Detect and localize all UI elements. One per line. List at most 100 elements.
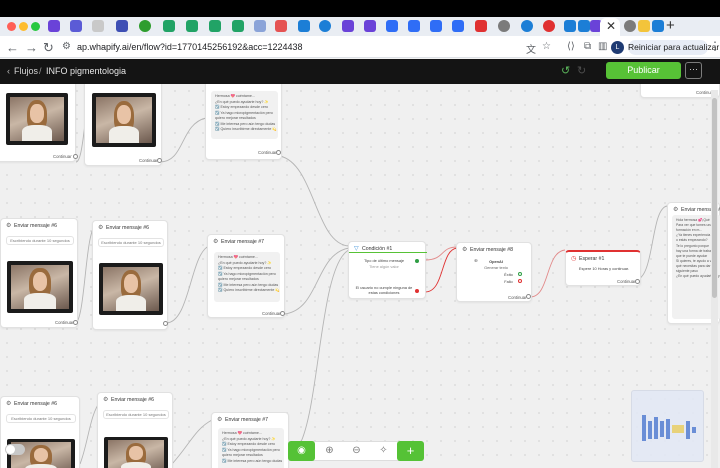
tab-icon[interactable]: [521, 20, 533, 32]
video-thumbnail[interactable]: [6, 93, 68, 145]
tab-icon[interactable]: [543, 20, 555, 32]
tab-icon[interactable]: [298, 20, 310, 32]
condition-rule: Tipo de último mensaje: [363, 258, 405, 263]
site-info-icon[interactable]: ⚙: [62, 41, 71, 52]
minimap-node: [642, 415, 646, 441]
gear-icon: ⚙: [673, 207, 679, 213]
tab-icon[interactable]: [116, 20, 128, 32]
browser-menu-icon[interactable]: ⋮: [709, 39, 720, 53]
tab-icon[interactable]: [186, 20, 198, 32]
add-node-icon[interactable]: +: [397, 441, 424, 461]
extensions-puzzle-icon[interactable]: ⧉: [584, 41, 591, 52]
zoom-in-icon[interactable]: ⊕: [316, 441, 343, 461]
video-thumbnail[interactable]: [92, 93, 156, 147]
message-bubble: Hermosa 💖 cuéntame... ¿En qué puedo ayuda…: [211, 91, 278, 139]
condition-node[interactable]: ▽ Condición #1 Tipo de último mensaje Ti…: [348, 241, 427, 299]
failure-handle[interactable]: [518, 279, 522, 283]
output-handle[interactable]: [73, 320, 78, 325]
restart-update-button[interactable]: Reiniciar para actualizar: [628, 40, 719, 55]
tab-icon[interactable]: [578, 20, 590, 32]
window-close-control[interactable]: [7, 22, 16, 31]
tab-icon[interactable]: [342, 20, 354, 32]
tab-icon[interactable]: [139, 20, 151, 32]
send-message-node[interactable]: ⚙ Enviar mensaje #6 Escribiendo durante …: [92, 220, 168, 330]
tab-icon[interactable]: [48, 20, 60, 32]
auto-layout-icon[interactable]: ✧: [370, 441, 397, 461]
tab-icon[interactable]: [92, 20, 104, 32]
zoom-out-icon[interactable]: ⊖: [343, 441, 370, 461]
reload-icon[interactable]: ↻: [43, 40, 54, 56]
tab-icon[interactable]: [638, 20, 650, 32]
output-handle[interactable]: [280, 311, 285, 316]
video-thumbnail[interactable]: [7, 261, 73, 313]
video-thumbnail[interactable]: [99, 263, 163, 315]
tab-icon[interactable]: [209, 20, 221, 32]
extension-icon[interactable]: ⟨⟩: [567, 41, 575, 52]
success-label: Éxito: [504, 272, 513, 277]
canvas-toggle-knob[interactable]: [6, 445, 15, 454]
tab-icon[interactable]: [475, 20, 487, 32]
node-title: Enviar mensaje #7: [225, 417, 268, 423]
output-handle[interactable]: [157, 158, 162, 163]
output-handle[interactable]: [526, 294, 531, 299]
tab-icon[interactable]: [408, 20, 420, 32]
canvas-scrollbar-thumb[interactable]: [712, 98, 717, 298]
send-message-node[interactable]: ⚙ Enviar mensaje #7 Hermosa 💖 cuéntame..…: [211, 412, 289, 468]
send-message-node[interactable]: Continuar: [84, 84, 162, 166]
undo-icon[interactable]: ↺: [561, 64, 570, 77]
preview-eye-icon[interactable]: ◉: [288, 441, 315, 461]
success-handle[interactable]: [518, 272, 522, 276]
window-minimize-control[interactable]: [19, 22, 28, 31]
publish-button[interactable]: Publicar: [606, 62, 681, 79]
output-handle[interactable]: [73, 154, 78, 159]
send-message-node[interactable]: ⚙ Enviar mensaje #6 Escribiendo durante …: [97, 392, 173, 468]
tab-icon[interactable]: [364, 20, 376, 32]
wait-node[interactable]: ◷ Esperar #1 Espere 10 Horas y continuar…: [565, 250, 641, 286]
tab-icon[interactable]: [624, 20, 636, 32]
condition-else-handle[interactable]: [415, 289, 419, 293]
translate-icon[interactable]: 文: [526, 41, 536, 56]
output-handle[interactable]: [276, 150, 281, 155]
clock-icon: ◷: [571, 256, 577, 262]
redo-icon[interactable]: ↻: [577, 64, 586, 77]
send-message-node[interactable]: Continuar: [0, 84, 78, 162]
send-message-node[interactable]: Continuar: [640, 84, 720, 98]
tab-icon[interactable]: [652, 20, 664, 32]
back-arrow-icon[interactable]: ←: [6, 40, 19, 55]
tab-icon[interactable]: [254, 20, 266, 32]
breadcrumb-back-icon[interactable]: ‹: [7, 66, 10, 76]
bookmark-star-icon[interactable]: ☆: [542, 41, 551, 52]
minimap[interactable]: [631, 390, 704, 462]
send-message-node[interactable]: ⚙ Enviar mensaje #6 Escribiendo durante …: [0, 218, 78, 328]
send-message-node[interactable]: Hermosa 💖 cuéntame... ¿En qué puedo ayuda…: [205, 84, 282, 160]
profile-avatar[interactable]: L: [611, 41, 624, 54]
tab-icon[interactable]: [319, 20, 331, 32]
flow-canvas[interactable]: Continuar Continuar Hermosa 💖 cuéntame..…: [0, 84, 720, 468]
tab-icon[interactable]: [498, 20, 510, 32]
send-message-node[interactable]: ⚙ Enviar mensaje #6 Escribiendo durante …: [0, 396, 80, 468]
tab-icon[interactable]: [564, 20, 576, 32]
forward-arrow-icon[interactable]: →: [25, 40, 38, 55]
continue-label: Continuar: [617, 279, 636, 284]
url-field[interactable]: ap.whapify.ai/en/flow?id=1770145256192&a…: [77, 42, 303, 52]
window-zoom-control[interactable]: [31, 22, 40, 31]
output-handle[interactable]: [163, 321, 168, 326]
tab-icon[interactable]: [232, 20, 244, 32]
video-thumbnail[interactable]: [104, 437, 168, 468]
send-message-node[interactable]: ⚙ Enviar mensaje #8 OpenAI ⊛ Generar tex…: [456, 242, 532, 302]
sidepanel-icon[interactable]: ▥: [598, 41, 607, 52]
tab-icon[interactable]: [386, 20, 398, 32]
tab-icon[interactable]: [70, 20, 82, 32]
tab-icon[interactable]: [430, 20, 442, 32]
tab-icon[interactable]: [163, 20, 175, 32]
output-handle[interactable]: [635, 279, 640, 284]
tab-icon[interactable]: [275, 20, 287, 32]
condition-true-handle[interactable]: [415, 259, 419, 263]
gear-icon: ⚙: [98, 225, 104, 231]
breadcrumb-flows-link[interactable]: Flujos: [14, 66, 38, 76]
more-options-button[interactable]: ···: [685, 62, 702, 79]
send-message-node[interactable]: ⚙ Enviar mensaje #7 Hermosa 💖 cuéntame..…: [207, 234, 285, 318]
new-tab-icon[interactable]: +: [666, 17, 675, 34]
tab-close-icon[interactable]: ✕: [606, 19, 616, 33]
tab-icon[interactable]: [452, 20, 464, 32]
